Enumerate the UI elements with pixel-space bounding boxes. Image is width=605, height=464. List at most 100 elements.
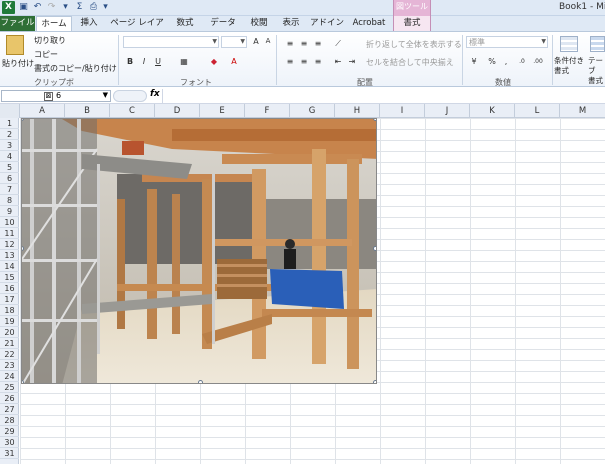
row-header[interactable]: 6 bbox=[0, 173, 19, 184]
tab-home[interactable]: ホーム bbox=[36, 16, 72, 31]
decrease-indent-icon[interactable]: ⇤ bbox=[332, 56, 344, 67]
column-header-g[interactable]: G bbox=[290, 104, 335, 118]
redo-icon[interactable]: ↷ bbox=[46, 2, 57, 13]
cut-button[interactable]: 切り取り bbox=[34, 35, 66, 46]
increase-decimal-icon[interactable]: .0 bbox=[516, 56, 528, 67]
print-icon[interactable]: ⎙ bbox=[88, 2, 99, 13]
tab-formulas[interactable]: 数式 bbox=[172, 16, 198, 31]
row-header[interactable]: 25 bbox=[0, 382, 19, 393]
row-header[interactable]: 29 bbox=[0, 426, 19, 437]
decrease-decimal-icon[interactable]: .00 bbox=[532, 56, 544, 67]
comma-button[interactable]: , bbox=[500, 56, 512, 67]
wrap-text-button[interactable]: 折り返して全体を表示する bbox=[366, 39, 462, 50]
row-header[interactable]: 2 bbox=[0, 129, 19, 140]
embedded-photo[interactable] bbox=[21, 118, 377, 384]
resize-handle[interactable] bbox=[373, 380, 376, 383]
font-size-combo[interactable]: ▼ bbox=[221, 36, 247, 48]
chevron-down-icon[interactable]: ▾ bbox=[60, 2, 71, 13]
tab-picture-format[interactable]: 書式 bbox=[393, 16, 431, 31]
formula-input[interactable] bbox=[162, 89, 605, 103]
row-header[interactable]: 12 bbox=[0, 239, 19, 250]
paste-icon[interactable] bbox=[6, 35, 24, 55]
row-header[interactable]: 10 bbox=[0, 217, 19, 228]
row-header[interactable]: 17 bbox=[0, 294, 19, 305]
tab-addins[interactable]: アドイン bbox=[310, 16, 344, 31]
row-header[interactable]: 24 bbox=[0, 371, 19, 382]
font-color-icon[interactable]: A bbox=[228, 56, 240, 67]
tab-review[interactable]: 校閲 bbox=[246, 16, 272, 31]
borders-icon[interactable]: ▦ bbox=[178, 56, 190, 67]
row-header[interactable]: 22 bbox=[0, 349, 19, 360]
align-center-icon[interactable]: ≡ bbox=[298, 56, 310, 67]
column-header-l[interactable]: L bbox=[515, 104, 560, 118]
column-header-i[interactable]: I bbox=[380, 104, 425, 118]
format-as-table-button[interactable]: テーブ 書式 bbox=[588, 56, 605, 86]
row-header[interactable]: 23 bbox=[0, 360, 19, 371]
percent-button[interactable]: % bbox=[486, 56, 498, 67]
row-header[interactable]: 31 bbox=[0, 448, 19, 459]
resize-handle[interactable] bbox=[198, 380, 203, 383]
row-header[interactable]: 30 bbox=[0, 437, 19, 448]
copy-button[interactable]: コピー bbox=[34, 49, 58, 60]
row-header[interactable]: 9 bbox=[0, 206, 19, 217]
increase-indent-icon[interactable]: ⇥ bbox=[346, 56, 358, 67]
row-header[interactable]: 4 bbox=[0, 151, 19, 162]
row-header[interactable]: 1 bbox=[0, 118, 19, 129]
column-header-d[interactable]: D bbox=[155, 104, 200, 118]
number-format-combo[interactable]: 標準 ▼ bbox=[466, 36, 548, 48]
row-header[interactable]: 5 bbox=[0, 162, 19, 173]
undo-icon[interactable]: ↶ bbox=[32, 2, 43, 13]
bold-button[interactable]: B bbox=[124, 56, 136, 67]
column-header-c[interactable]: C bbox=[110, 104, 155, 118]
row-header[interactable]: 20 bbox=[0, 327, 19, 338]
column-header-b[interactable]: B bbox=[65, 104, 110, 118]
column-header-e[interactable]: E bbox=[200, 104, 245, 118]
tab-data[interactable]: データ bbox=[205, 16, 241, 31]
conditional-format-button[interactable]: 条件付き 書式 bbox=[554, 56, 584, 76]
merge-center-button[interactable]: セルを結合して中央揃え bbox=[366, 57, 454, 68]
row-header[interactable]: 27 bbox=[0, 404, 19, 415]
sum-icon[interactable]: Σ bbox=[74, 2, 85, 13]
tab-acrobat[interactable]: Acrobat bbox=[350, 16, 388, 31]
row-header[interactable]: 15 bbox=[0, 272, 19, 283]
insert-function-button[interactable]: fx bbox=[150, 89, 160, 99]
row-header[interactable]: 14 bbox=[0, 261, 19, 272]
row-header[interactable]: 18 bbox=[0, 305, 19, 316]
tab-view[interactable]: 表示 bbox=[278, 16, 304, 31]
row-header[interactable]: 11 bbox=[0, 228, 19, 239]
align-left-icon[interactable]: ≡ bbox=[284, 56, 296, 67]
fill-color-icon[interactable]: ◆ bbox=[208, 56, 220, 67]
row-header[interactable]: 8 bbox=[0, 195, 19, 206]
align-top-icon[interactable]: ≡ bbox=[284, 38, 296, 49]
shrink-font-button[interactable]: A bbox=[262, 36, 274, 47]
row-header[interactable]: 3 bbox=[0, 140, 19, 151]
paste-button[interactable]: 貼り付け bbox=[2, 58, 34, 69]
row-header[interactable]: 13 bbox=[0, 250, 19, 261]
row-header[interactable]: 19 bbox=[0, 316, 19, 327]
column-header-m[interactable]: M bbox=[560, 104, 605, 118]
resize-handle[interactable] bbox=[373, 119, 376, 121]
customize-qat-icon[interactable]: ▾ bbox=[100, 2, 111, 13]
conditional-format-icon[interactable] bbox=[560, 36, 578, 52]
grow-font-button[interactable]: A bbox=[250, 36, 262, 47]
row-header[interactable]: 16 bbox=[0, 283, 19, 294]
font-name-combo[interactable]: ▼ bbox=[123, 36, 219, 48]
tab-page-layout[interactable]: ページ レイアウト bbox=[106, 16, 168, 42]
align-middle-icon[interactable]: ≡ bbox=[298, 38, 310, 49]
column-header-a[interactable]: A bbox=[20, 104, 65, 118]
row-header[interactable]: 28 bbox=[0, 415, 19, 426]
row-header[interactable]: 7 bbox=[0, 184, 19, 195]
italic-button[interactable]: I bbox=[138, 56, 150, 67]
row-header[interactable]: 26 bbox=[0, 393, 19, 404]
column-header-j[interactable]: J bbox=[425, 104, 470, 118]
format-as-table-icon[interactable] bbox=[590, 36, 605, 52]
column-header-f[interactable]: F bbox=[245, 104, 290, 118]
name-box[interactable]: ⊠ 6 ▼ bbox=[1, 90, 111, 102]
resize-handle[interactable] bbox=[22, 380, 24, 383]
currency-icon[interactable]: ¥ bbox=[468, 56, 480, 67]
tab-insert[interactable]: 挿入 bbox=[76, 16, 102, 31]
column-header-h[interactable]: H bbox=[335, 104, 380, 118]
column-header-k[interactable]: K bbox=[470, 104, 515, 118]
resize-handle[interactable] bbox=[373, 246, 376, 251]
formula-splitter[interactable] bbox=[113, 90, 147, 102]
